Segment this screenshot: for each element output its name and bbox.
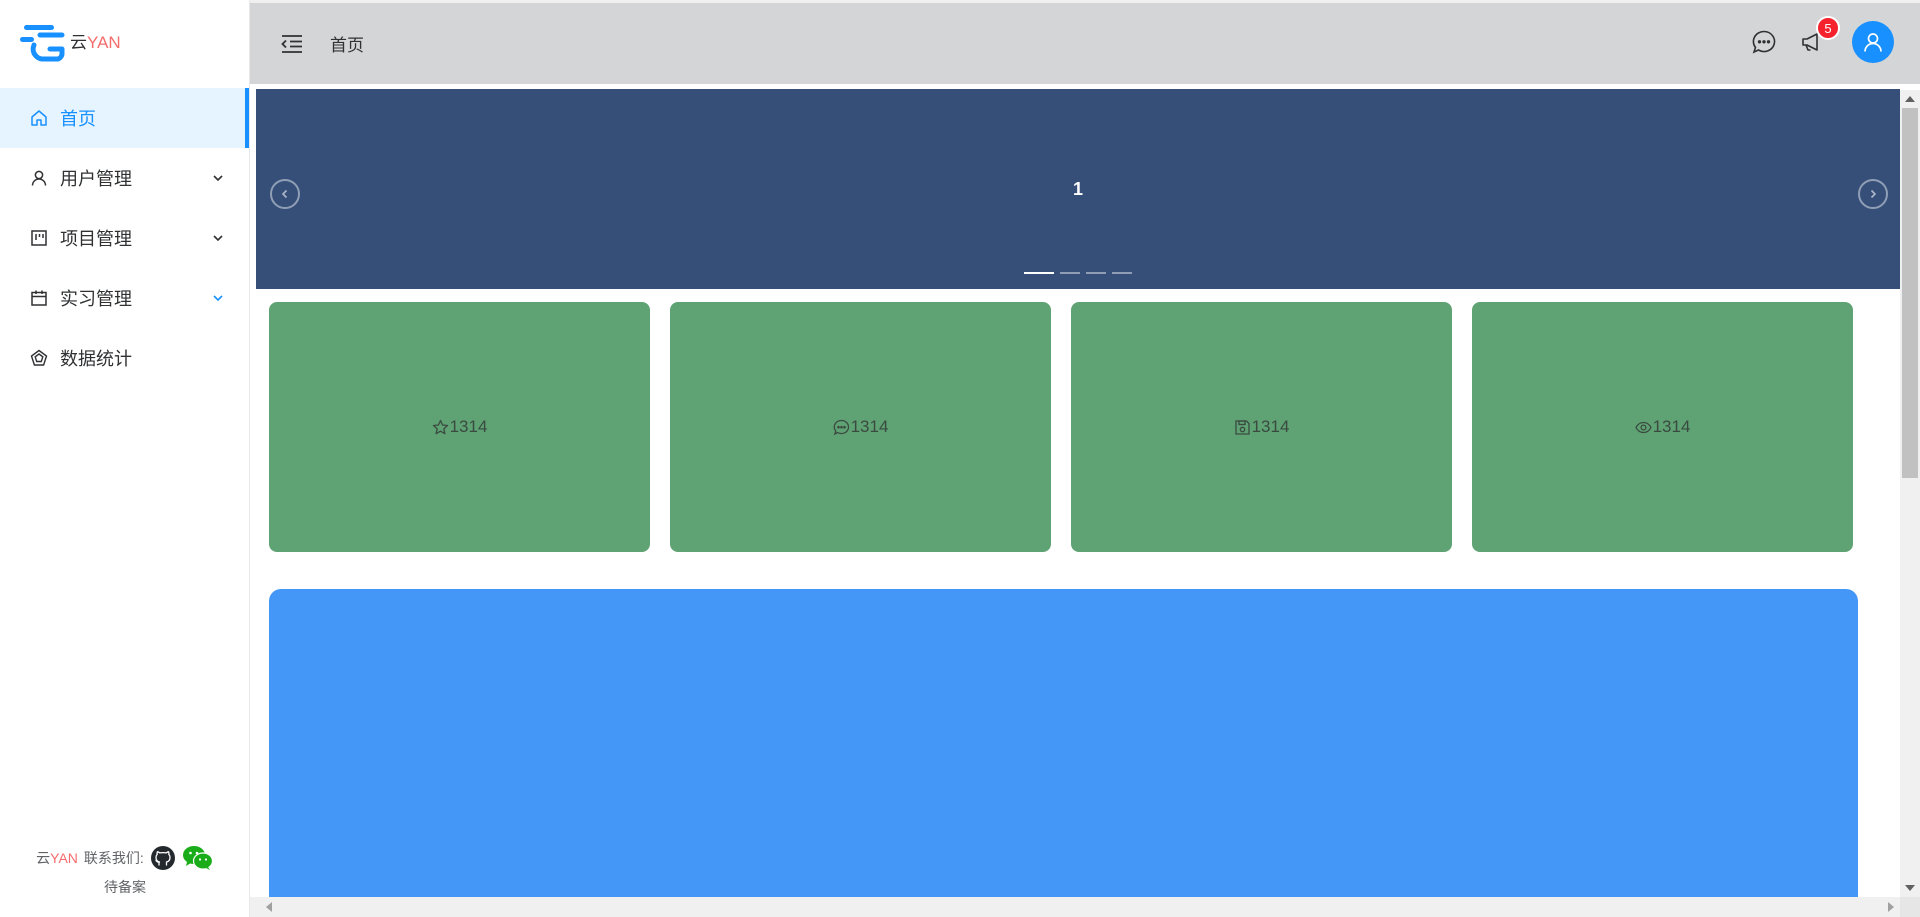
logo-icon — [20, 25, 65, 62]
stat-card-messages[interactable]: 1314 — [670, 302, 1051, 552]
avatar[interactable] — [1852, 21, 1894, 63]
save-icon — [1234, 419, 1251, 436]
beian-text: 待备案 — [104, 879, 146, 895]
carousel-indicator[interactable] — [1086, 272, 1106, 274]
brand-yan: YAN — [87, 32, 121, 52]
scroll-up-arrow[interactable] — [1905, 96, 1915, 102]
breadcrumb[interactable]: 首页 — [330, 31, 364, 56]
scrollbar-thumb[interactable] — [1902, 108, 1918, 478]
sidebar-item-label: 用户管理 — [60, 169, 132, 189]
footer-brand-yan: YAN — [50, 850, 78, 866]
sidebar-footer: 云YAN 联系我们: 待备案 — [0, 845, 250, 897]
calendar-icon — [30, 289, 48, 307]
star-icon — [432, 419, 449, 436]
carousel-indicator[interactable] — [1112, 272, 1132, 274]
contact-label: 联系我们: — [83, 850, 144, 866]
wechat-icon[interactable] — [182, 845, 214, 871]
sidebar-item-home[interactable]: 首页 — [0, 88, 249, 148]
sidebar-item-label: 实习管理 — [60, 289, 132, 309]
message-button[interactable] — [1750, 28, 1778, 56]
sidebar-item-label: 数据统计 — [60, 349, 132, 369]
stat-value: 1314 — [449, 417, 488, 436]
stat-value: 1314 — [1251, 417, 1290, 436]
carousel-indicators — [256, 272, 1900, 274]
user-icon — [30, 169, 48, 187]
carousel-indicator[interactable] — [1060, 272, 1080, 274]
carousel[interactable]: 1 — [256, 89, 1900, 289]
carousel-slide-number: 1 — [1072, 179, 1083, 199]
vertical-scrollbar[interactable] — [1900, 90, 1920, 897]
main-content: 1 1314 1314 1314 1314 — [250, 84, 1900, 897]
github-icon[interactable] — [150, 845, 176, 871]
sidebar-item-project-management[interactable]: 项目管理 — [0, 208, 249, 268]
stat-value: 1314 — [1652, 417, 1691, 436]
brand[interactable]: 云YAN — [0, 0, 249, 86]
stat-card-favorites[interactable]: 1314 — [269, 302, 650, 552]
scroll-left-arrow[interactable] — [266, 902, 272, 912]
notification-badge: 5 — [1816, 16, 1840, 40]
dashboard-panel — [269, 589, 1858, 897]
horizontal-scrollbar[interactable] — [250, 897, 1900, 917]
sidebar-item-label: 首页 — [60, 109, 96, 129]
carousel-indicator[interactable] — [1024, 272, 1054, 274]
brand-name: 云YAN — [70, 28, 121, 53]
chat-icon — [1752, 30, 1776, 54]
notification-button[interactable]: 5 — [1798, 16, 1840, 56]
carousel-next-button[interactable] — [1858, 179, 1888, 209]
stat-cards: 1314 1314 1314 1314 — [269, 302, 1853, 552]
data-icon — [30, 349, 48, 367]
stat-card-saves[interactable]: 1314 — [1071, 302, 1452, 552]
project-icon — [30, 229, 48, 247]
chevron-right-icon — [1870, 189, 1877, 199]
collapse-sidebar-button[interactable] — [278, 30, 306, 58]
contact-row: 云YAN 联系我们: — [0, 845, 250, 871]
chevron-down-icon — [211, 171, 225, 185]
user-icon — [1864, 33, 1882, 52]
eye-icon — [1634, 419, 1652, 436]
footer-brand: 云YAN — [36, 848, 78, 868]
header-actions: 5 — [1750, 16, 1894, 63]
sidebar-item-user-management[interactable]: 用户管理 — [0, 148, 249, 208]
stat-value: 1314 — [850, 417, 889, 436]
footer-brand-yun: 云 — [36, 850, 51, 866]
sidebar-menu: 首页 用户管理 项目管理 实习管理 数据统计 — [0, 88, 249, 388]
home-icon — [30, 109, 48, 127]
menu-fold-icon — [281, 34, 302, 53]
stat-card-views[interactable]: 1314 — [1472, 302, 1853, 552]
scroll-right-arrow[interactable] — [1888, 902, 1894, 912]
sidebar-item-internship-management[interactable]: 实习管理 — [0, 268, 249, 328]
chevron-down-icon — [211, 231, 225, 245]
sidebar-item-label: 项目管理 — [60, 229, 132, 249]
scroll-down-arrow[interactable] — [1905, 885, 1915, 891]
sidebar-item-data-statistics[interactable]: 数据统计 — [0, 328, 249, 388]
sidebar: 云YAN 首页 用户管理 项目管理 实习管理 数据统计 云YAN 联系我们: 待… — [0, 0, 250, 917]
chevron-down-icon — [211, 291, 225, 305]
message-icon — [833, 419, 850, 436]
scrollbar-corner — [1900, 897, 1920, 917]
brand-yun: 云 — [70, 32, 87, 52]
top-header: 首页 5 — [250, 0, 1920, 84]
